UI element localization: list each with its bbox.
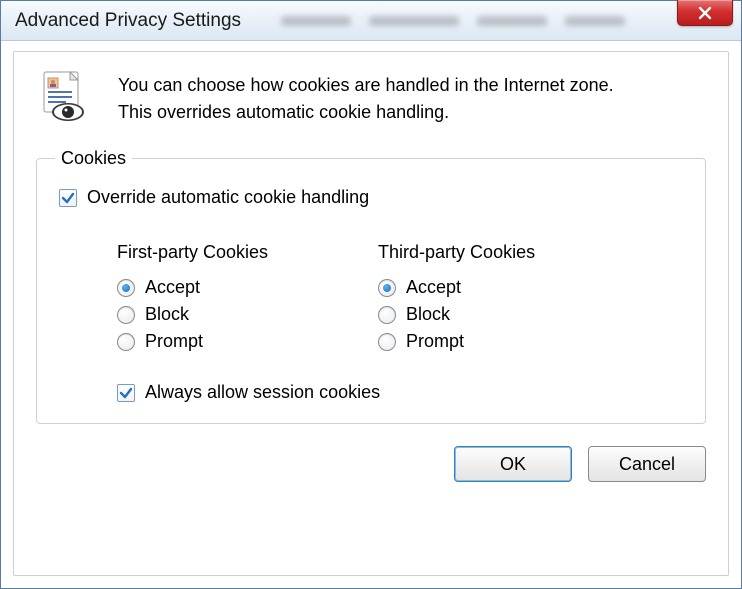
- close-icon: [697, 5, 713, 21]
- override-label: Override automatic cookie handling: [87, 187, 369, 208]
- check-icon: [119, 386, 133, 400]
- ok-button-label: OK: [500, 454, 526, 475]
- first-party-prompt-label: Prompt: [145, 331, 203, 352]
- window-title: Advanced Privacy Settings: [15, 10, 241, 32]
- third-party-block-radio[interactable]: [378, 306, 396, 324]
- third-party-column: Third-party Cookies Accept Block Prompt: [378, 242, 535, 358]
- close-button[interactable]: [677, 0, 733, 26]
- intro-row: You can choose how cookies are handled i…: [36, 70, 706, 126]
- session-checkbox-row[interactable]: Always allow session cookies: [117, 382, 687, 403]
- first-party-block-row[interactable]: Block: [117, 304, 268, 325]
- override-checkbox[interactable]: [59, 189, 77, 207]
- first-party-column: First-party Cookies Accept Block Prompt: [117, 242, 268, 358]
- session-label: Always allow session cookies: [145, 382, 380, 403]
- third-party-accept-row[interactable]: Accept: [378, 277, 535, 298]
- cookies-fieldset: Cookies Override automatic cookie handli…: [36, 148, 706, 424]
- dialog-buttons: OK Cancel: [36, 446, 706, 482]
- ok-button[interactable]: OK: [454, 446, 572, 482]
- dialog-advanced-privacy: Advanced Privacy Settings: [0, 0, 742, 589]
- session-checkbox[interactable]: [117, 384, 135, 402]
- override-checkbox-row[interactable]: Override automatic cookie handling: [59, 187, 687, 208]
- cookies-legend: Cookies: [55, 148, 132, 169]
- cancel-button[interactable]: Cancel: [588, 446, 706, 482]
- first-party-title: First-party Cookies: [117, 242, 268, 263]
- third-party-prompt-row[interactable]: Prompt: [378, 331, 535, 352]
- cancel-button-label: Cancel: [619, 454, 675, 475]
- check-icon: [61, 191, 75, 205]
- dialog-content: You can choose how cookies are handled i…: [13, 51, 729, 576]
- third-party-title: Third-party Cookies: [378, 242, 535, 263]
- third-party-prompt-label: Prompt: [406, 331, 464, 352]
- eye-icon: [52, 103, 84, 121]
- third-party-accept-radio[interactable]: [378, 279, 396, 297]
- first-party-accept-radio[interactable]: [117, 279, 135, 297]
- privacy-document-icon: [36, 70, 90, 124]
- first-party-accept-row[interactable]: Accept: [117, 277, 268, 298]
- first-party-prompt-row[interactable]: Prompt: [117, 331, 268, 352]
- third-party-block-row[interactable]: Block: [378, 304, 535, 325]
- first-party-prompt-radio[interactable]: [117, 333, 135, 351]
- third-party-prompt-radio[interactable]: [378, 333, 396, 351]
- intro-text: You can choose how cookies are handled i…: [118, 70, 638, 126]
- titlebar-background-blur: [281, 12, 731, 30]
- first-party-block-radio[interactable]: [117, 306, 135, 324]
- first-party-accept-label: Accept: [145, 277, 200, 298]
- third-party-block-label: Block: [406, 304, 450, 325]
- first-party-block-label: Block: [145, 304, 189, 325]
- cookie-columns: First-party Cookies Accept Block Prompt: [117, 242, 687, 358]
- titlebar[interactable]: Advanced Privacy Settings: [1, 1, 741, 41]
- third-party-accept-label: Accept: [406, 277, 461, 298]
